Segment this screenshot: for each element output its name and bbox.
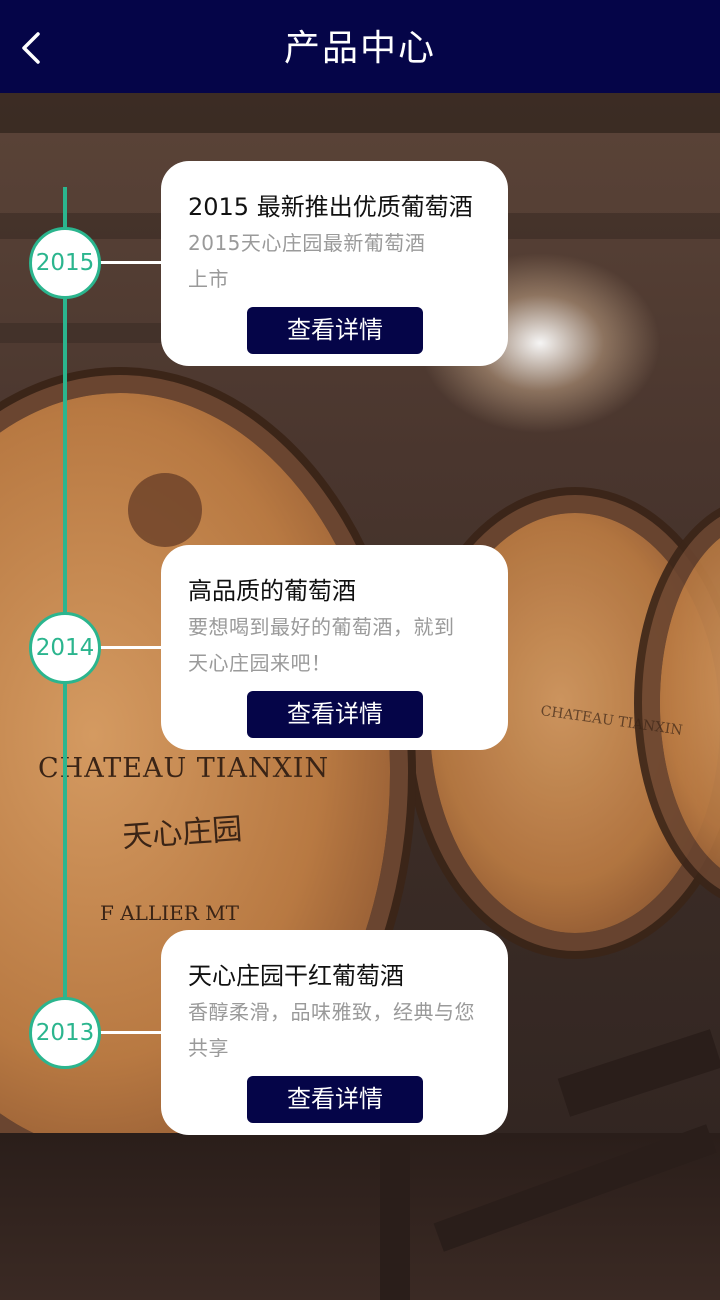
timeline-connector (98, 261, 162, 264)
card-description: 香醇柔滑，品味雅致，经典与您 共享 (188, 994, 488, 1066)
card-description-line: 上市 (188, 267, 229, 291)
app-header: 产品中心 (0, 0, 720, 93)
barrel-lower-text: F ALLIER MT (100, 901, 239, 925)
year-badge-2014: 2014 (29, 612, 101, 684)
barrel-brand-text: CHATEAU TIANXIN (38, 753, 330, 784)
barrel-chinese-text: 天心庄园 (121, 811, 244, 856)
card-title: 天心庄园干红葡萄酒 (188, 962, 404, 990)
page-title: 产品中心 (283, 28, 436, 69)
card-title: 高品质的葡萄酒 (188, 577, 356, 605)
card-description-line: 2015天心庄园最新葡萄酒 (188, 231, 426, 255)
year-badge-2013: 2013 (29, 997, 101, 1069)
card-description: 2015天心庄园最新葡萄酒 上市 (188, 225, 488, 297)
year-badge-2015: 2015 (29, 227, 101, 299)
card-description-line: 香醇柔滑，品味雅致，经典与您 (188, 1000, 475, 1024)
card-description: 要想喝到最好的葡萄酒，就到 天心庄园来吧！ (188, 609, 488, 681)
timeline-card-2013: 天心庄园干红葡萄酒 香醇柔滑，品味雅致，经典与您 共享 查看详情 (161, 930, 508, 1135)
view-details-button[interactable]: 查看详情 (247, 307, 423, 354)
view-details-button[interactable]: 查看详情 (247, 691, 423, 738)
timeline-card-2015: 2015 最新推出优质葡萄酒 2015天心庄园最新葡萄酒 上市 查看详情 (161, 161, 508, 366)
timeline-card-2014: 高品质的葡萄酒 要想喝到最好的葡萄酒，就到 天心庄园来吧！ 查看详情 (161, 545, 508, 750)
card-title: 2015 最新推出优质葡萄酒 (188, 193, 473, 221)
timeline-connector (98, 646, 162, 649)
card-description-line: 天心庄园来吧！ (188, 651, 332, 675)
card-description-line: 共享 (188, 1036, 229, 1060)
view-details-button[interactable]: 查看详情 (247, 1076, 423, 1123)
card-description-line: 要想喝到最好的葡萄酒，就到 (188, 615, 455, 639)
timeline-connector (98, 1031, 162, 1034)
